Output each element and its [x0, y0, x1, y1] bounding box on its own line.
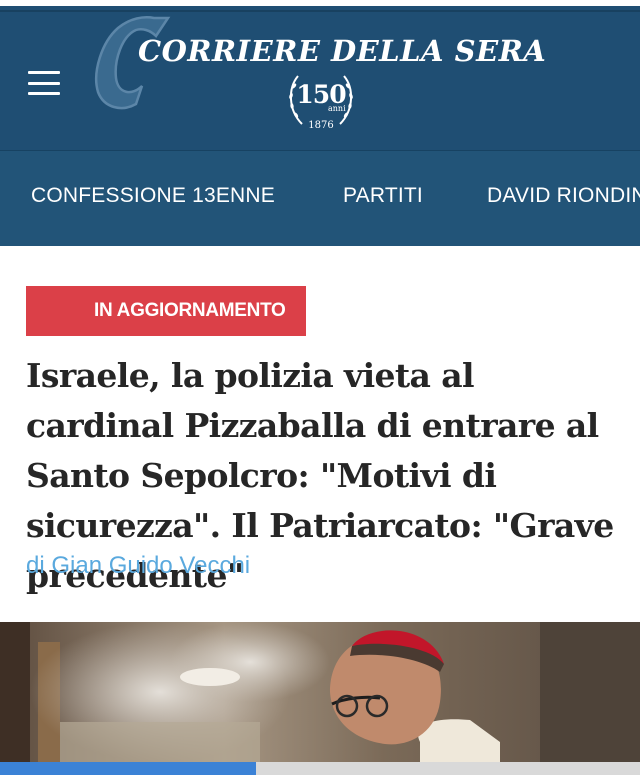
seal-year: 1876 [308, 120, 334, 131]
topic-link-confessione[interactable]: CONFESSIONE 13ENNE [31, 184, 275, 208]
topic-link-david-riondino[interactable]: DAVID RIONDINO [487, 184, 640, 208]
loading-progress-bar [0, 762, 640, 775]
article-photo[interactable] [0, 622, 640, 775]
author-byline-link[interactable]: di Gian Guido Vecchi [26, 552, 250, 580]
menu-bar [28, 81, 60, 85]
hamburger-menu-icon[interactable] [26, 68, 62, 98]
progress-fill [0, 762, 256, 775]
live-update-badge: IN AGGIORNAMENTO [26, 286, 306, 336]
seal-number: 150 [296, 80, 346, 109]
cardinal-incense-photo [0, 622, 640, 775]
menu-bar [28, 71, 60, 74]
seal-anni-label: anni [328, 104, 346, 113]
150-anniversary-seal: 150 anni 1876 [284, 66, 358, 134]
site-header: CORRIERE DELLA SERA 150 anni 1876 [0, 0, 640, 150]
brand-wordmark[interactable]: CORRIERE DELLA SERA [138, 34, 546, 68]
topic-link-partiti[interactable]: PARTITI [343, 184, 423, 208]
menu-bar [28, 92, 60, 95]
topics-bar: CONFESSIONE 13ENNE PARTITI DAVID RIONDIN… [0, 150, 640, 246]
badge-label: IN AGGIORNAMENTO [94, 300, 286, 321]
